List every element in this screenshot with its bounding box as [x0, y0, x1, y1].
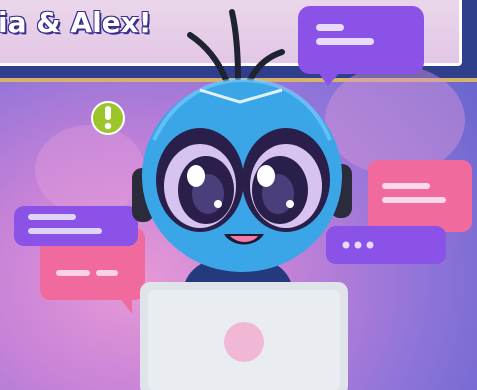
chat-bubble-left-purple: [14, 206, 138, 246]
bg-blob-left: [35, 125, 145, 215]
laptop-icon: [140, 282, 348, 390]
bg-blob-right: [325, 65, 465, 175]
scene: ia & Alex!: [0, 0, 477, 390]
illustration: [14, 6, 472, 390]
alert-icon: [91, 101, 125, 135]
chat-bubble-icon: [298, 6, 424, 86]
chat-bubble-right-purple: [326, 226, 446, 264]
